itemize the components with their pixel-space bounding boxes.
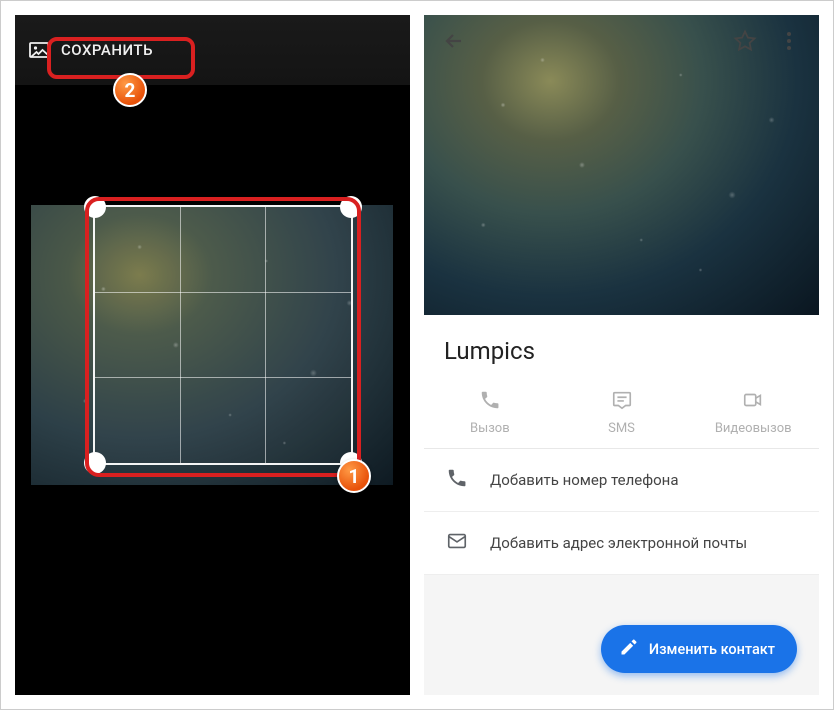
crop-header: СОХРАНИТЬ xyxy=(15,15,410,85)
crop-handle-top-right[interactable] xyxy=(340,196,362,218)
call-action[interactable]: Вызов xyxy=(424,389,556,436)
crop-box[interactable] xyxy=(93,205,353,465)
phone-icon xyxy=(446,467,468,493)
save-button[interactable]: СОХРАНИТЬ xyxy=(27,38,153,62)
crop-handle-top-left[interactable] xyxy=(84,196,106,218)
add-email-label: Добавить адрес электронной почты xyxy=(490,534,747,552)
contact-detail-screen: Lumpics Вызов SMS Видеовызов Добавить но… xyxy=(424,15,819,695)
add-phone-label: Добавить номер телефона xyxy=(490,471,679,489)
fab-label: Изменить контакт xyxy=(649,641,775,658)
favorite-button[interactable] xyxy=(725,21,765,65)
call-label: Вызов xyxy=(470,421,510,436)
pencil-icon xyxy=(619,637,639,661)
contact-name: Lumpics xyxy=(424,315,819,383)
contact-photo-header xyxy=(424,15,819,315)
step-badge-1: 1 xyxy=(337,459,371,493)
step-badge-2: 2 xyxy=(113,73,147,107)
sms-action[interactable]: SMS xyxy=(556,389,688,436)
crop-editor-screen: СОХРАНИТЬ 1 2 xyxy=(15,15,410,695)
back-button[interactable] xyxy=(434,21,474,65)
picture-icon xyxy=(27,38,51,62)
more-menu-button[interactable] xyxy=(769,21,809,65)
video-label: Видеовызов xyxy=(715,421,792,436)
message-icon xyxy=(611,389,633,415)
add-email-row[interactable]: Добавить адрес электронной почты xyxy=(424,512,819,575)
header-actions xyxy=(424,15,819,71)
email-icon xyxy=(446,530,468,556)
add-phone-row[interactable]: Добавить номер телефона xyxy=(424,449,819,512)
phone-icon xyxy=(479,389,501,415)
edit-contact-fab[interactable]: Изменить контакт xyxy=(601,625,797,673)
contact-actions-row: Вызов SMS Видеовызов xyxy=(424,383,819,449)
video-icon xyxy=(742,389,764,415)
video-action[interactable]: Видеовызов xyxy=(687,389,819,436)
sms-label: SMS xyxy=(608,421,635,436)
crop-handle-bottom-left[interactable] xyxy=(84,452,106,474)
save-label: СОХРАНИТЬ xyxy=(61,41,153,59)
